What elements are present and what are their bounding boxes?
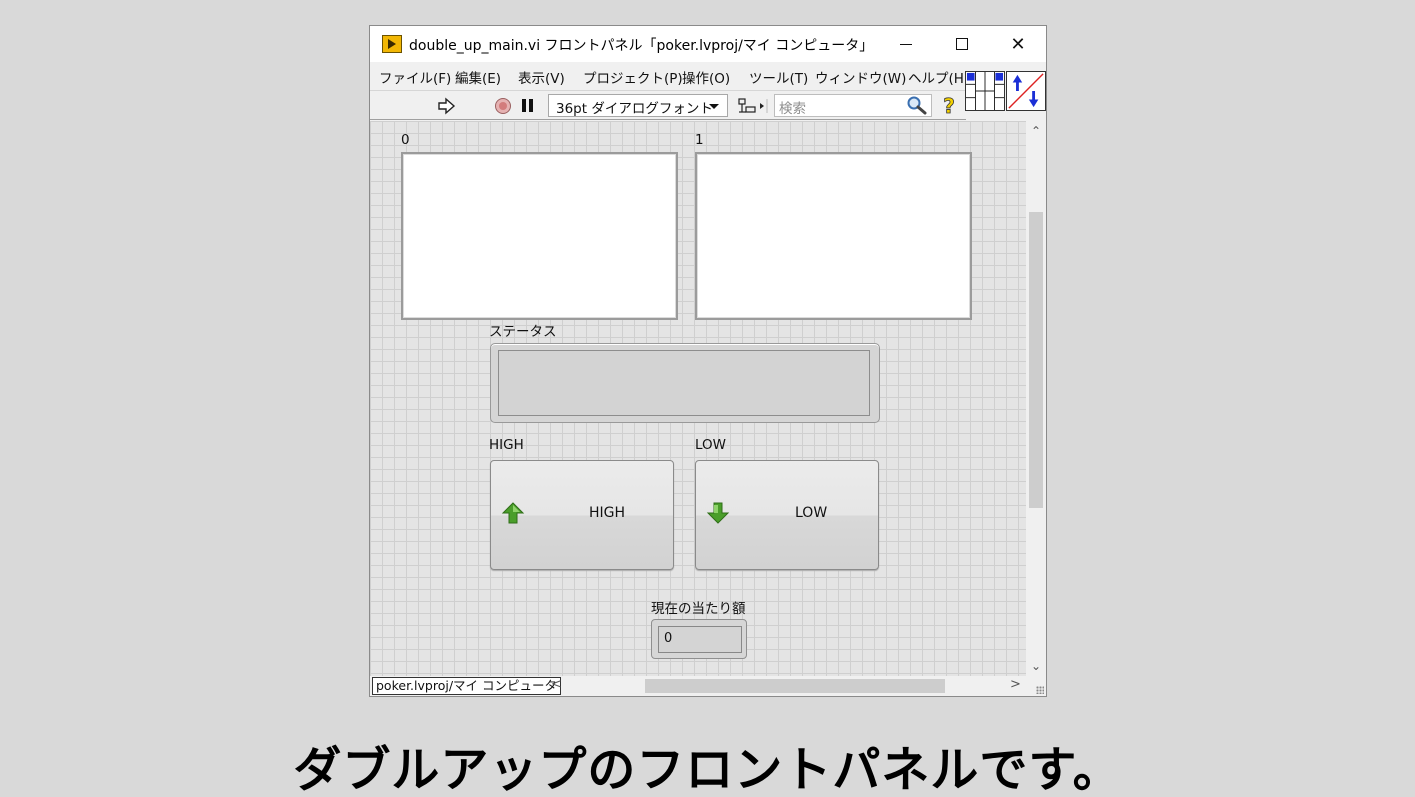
resize-grip-icon[interactable]: [1036, 686, 1044, 694]
menu-tools[interactable]: ツール(T): [749, 67, 808, 87]
search-icon[interactable]: [906, 95, 928, 115]
menu-help[interactable]: ヘルプ(H): [908, 67, 969, 87]
low-button[interactable]: LOW: [695, 460, 879, 570]
caption-text: ダブルアップのフロントパネルです。: [293, 742, 1122, 797]
high-label: HIGH: [489, 437, 524, 453]
run-arrow-icon[interactable]: [436, 96, 456, 116]
picture-right-label: 1: [695, 132, 704, 148]
amount-indicator: 0: [651, 619, 747, 659]
align-objects-icon[interactable]: [737, 97, 769, 115]
toolbar: 36pt ダイアログフォント 検索 ?: [370, 90, 966, 120]
vertical-scrollbar[interactable]: ⌃ ⌄: [1026, 121, 1046, 676]
arrow-down-icon: [706, 502, 730, 524]
close-button[interactable]: ✕: [995, 26, 1041, 62]
help-icon[interactable]: ?: [938, 94, 960, 118]
picture-left: [401, 152, 678, 320]
amount-label: 現在の当たり額: [651, 601, 746, 617]
search-placeholder: 検索: [779, 101, 806, 117]
vi-icon-panel[interactable]: [1006, 71, 1046, 111]
menu-project[interactable]: プロジェクト(P): [583, 67, 683, 87]
amount-value: 0: [658, 626, 742, 653]
labview-vi-icon: [382, 35, 402, 53]
minimize-icon: [900, 43, 912, 45]
minimize-button[interactable]: [883, 26, 929, 62]
scroll-down-icon[interactable]: ⌄: [1026, 656, 1046, 676]
font-select[interactable]: 36pt ダイアログフォント: [548, 94, 728, 117]
scroll-left-icon[interactable]: <: [551, 677, 562, 692]
connector-pane-icon[interactable]: [965, 71, 1005, 111]
menu-view[interactable]: 表示(V): [518, 67, 565, 87]
vertical-scroll-thumb[interactable]: [1029, 212, 1043, 508]
window-title: double_up_main.vi フロントパネル「poker.lvproj/マ…: [409, 38, 874, 54]
maximize-button[interactable]: [939, 26, 985, 62]
picture-left-label: 0: [401, 132, 410, 148]
menu-bar: ファイル(F) 編集(E) 表示(V) プロジェクト(P) 操作(O) ツール(…: [370, 63, 969, 89]
labview-window: double_up_main.vi フロントパネル「poker.lvproj/マ…: [369, 25, 1047, 697]
close-icon: ✕: [1010, 33, 1026, 55]
menu-edit[interactable]: 編集(E): [455, 67, 501, 87]
chevron-down-icon: [709, 104, 719, 109]
status-display: [498, 350, 870, 416]
low-label: LOW: [695, 437, 727, 453]
low-button-label: LOW: [795, 505, 828, 521]
pause-icon[interactable]: [522, 99, 534, 112]
high-button-label: HIGH: [589, 505, 626, 521]
title-bar[interactable]: double_up_main.vi フロントパネル「poker.lvproj/マ…: [370, 26, 1046, 62]
menu-file[interactable]: ファイル(F): [379, 67, 451, 87]
maximize-icon: [956, 38, 968, 50]
scroll-up-icon[interactable]: ⌃: [1026, 121, 1046, 141]
scroll-right-icon[interactable]: >: [1010, 677, 1021, 692]
front-panel[interactable]: 0 1 ステータス HIGH HIGH LOW LOW 現在の当たり額 0: [370, 121, 1026, 676]
menu-operate[interactable]: 操作(O): [682, 67, 730, 87]
arrow-up-icon: [501, 502, 525, 524]
svg-text:?: ?: [943, 94, 955, 118]
menu-window[interactable]: ウィンドウ(W): [815, 67, 906, 87]
high-button[interactable]: HIGH: [490, 460, 674, 570]
application-context: poker.lvproj/マイ コンピュータ: [372, 677, 562, 695]
horizontal-scroll-thumb[interactable]: [645, 679, 945, 693]
font-select-value: 36pt ダイアログフォント: [556, 101, 713, 117]
status-label: ステータス: [489, 324, 557, 340]
status-indicator: [490, 343, 880, 423]
abort-icon[interactable]: [495, 98, 511, 114]
picture-right: [695, 152, 972, 320]
status-bar: poker.lvproj/マイ コンピュータ < >: [370, 676, 1046, 696]
